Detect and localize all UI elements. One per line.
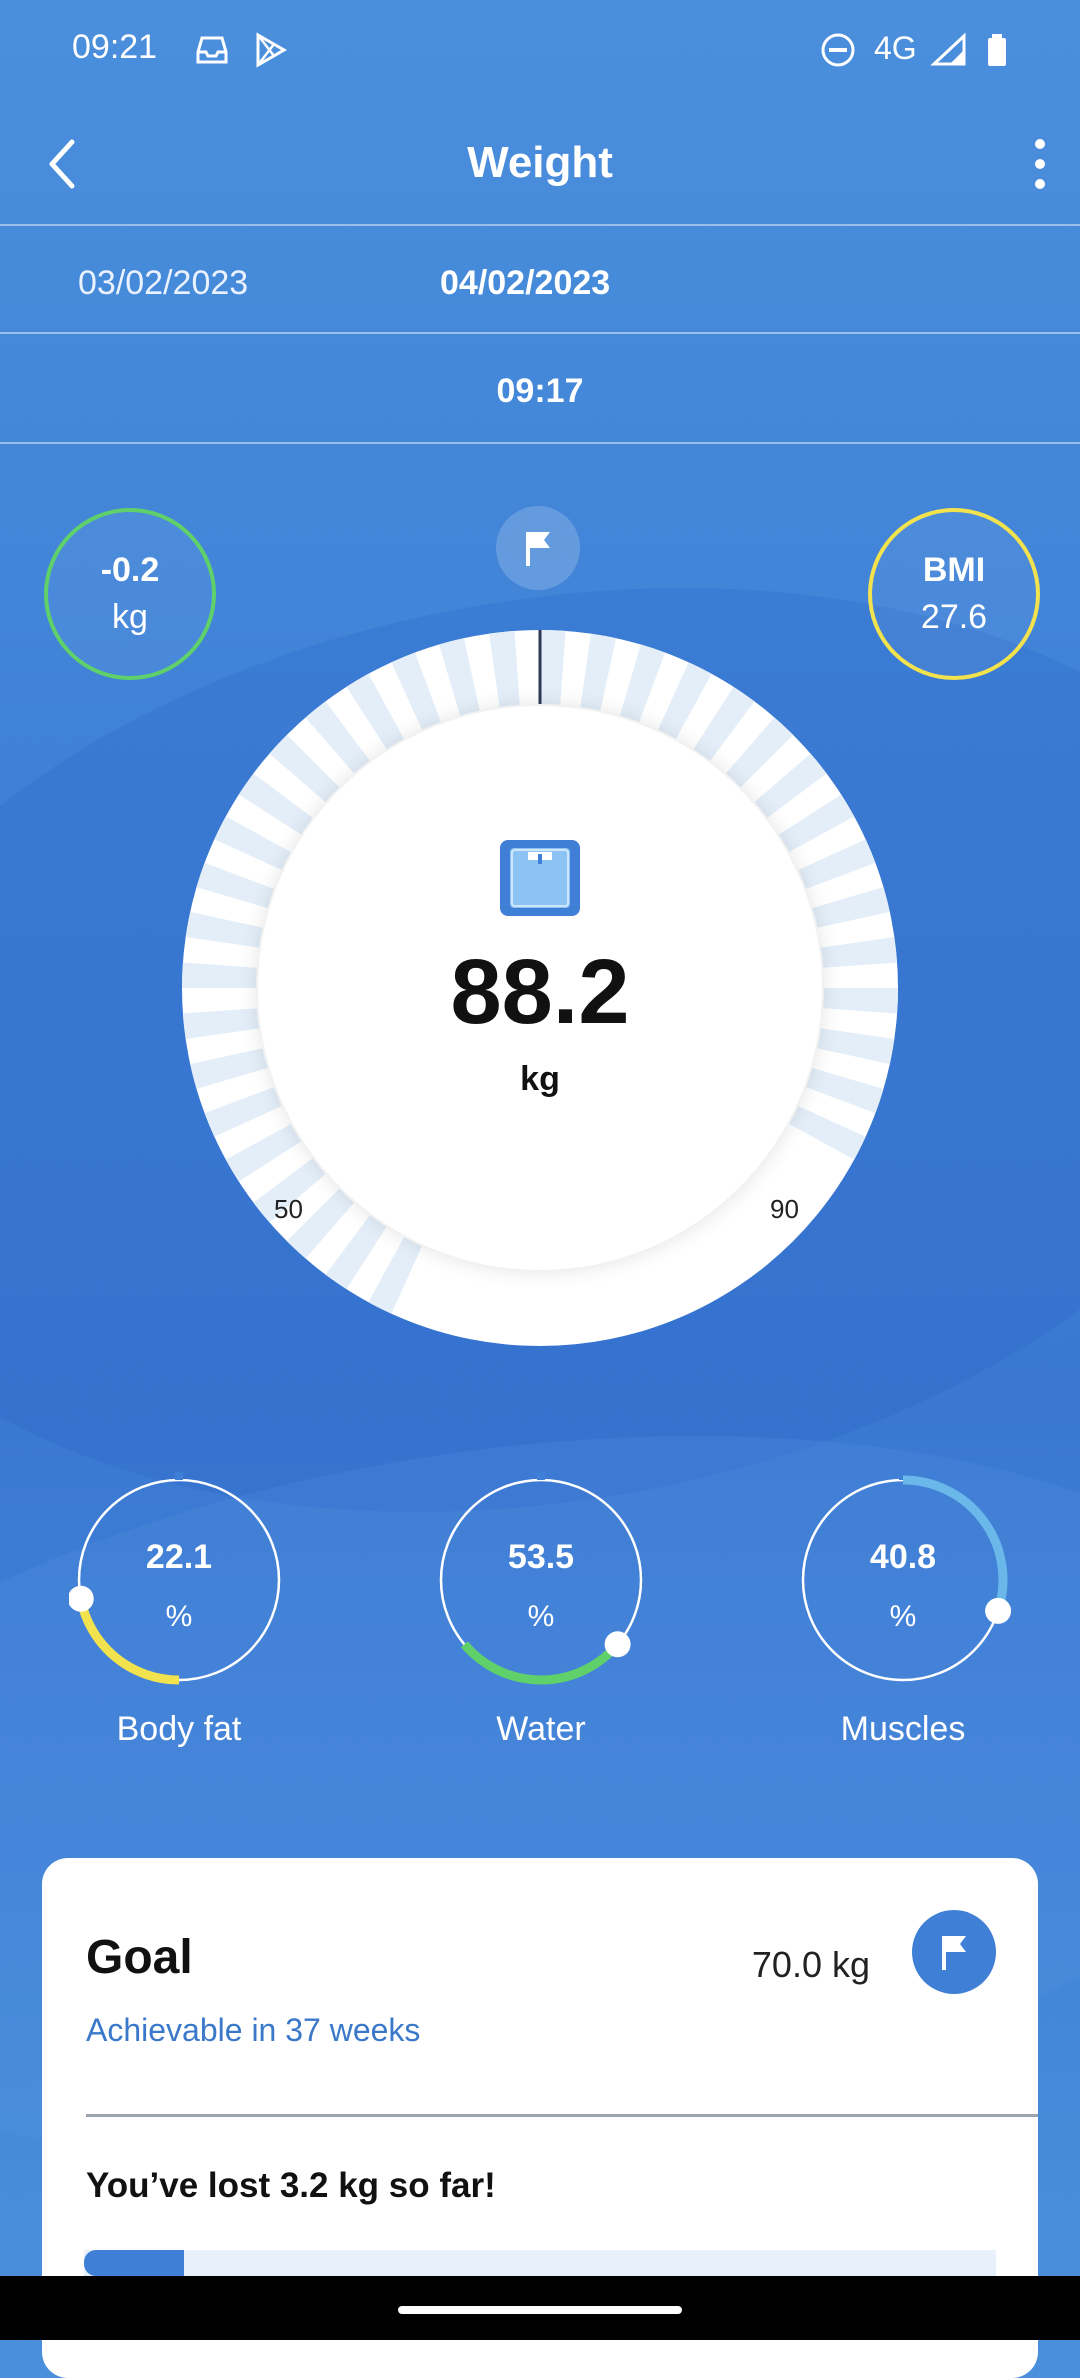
metric-body-fat[interactable]: 22.1 % Body fat [64, 1470, 294, 1749]
home-handle[interactable] [398, 2306, 682, 2314]
ring-progress [460, 1641, 622, 1685]
metric-water[interactable]: 53.5 % Water [426, 1470, 656, 1749]
body-fat-ring [69, 1472, 281, 1685]
goal-progress-fill [84, 2250, 185, 2276]
signal-icon [930, 32, 966, 66]
metric-value: 53.5 [507, 1538, 575, 1576]
date-selector: 03/02/2023 04/02/2023 [0, 224, 1080, 332]
metric-muscles[interactable]: 40.8 % Muscles [788, 1470, 1018, 1749]
more-options-icon[interactable] [1004, 132, 1060, 196]
divider [86, 2114, 1038, 2117]
status-time: 09:21 [72, 28, 158, 66]
difference-unit: kg [112, 598, 148, 636]
do-not-disturb-icon [821, 33, 855, 67]
flag-icon [526, 532, 550, 566]
goal-value: 70.0 kg [751, 1944, 870, 1985]
metric-label: Water [496, 1710, 586, 1748]
weight-value: 88.2 [450, 941, 630, 1043]
goal-title: Goal [86, 1931, 193, 1984]
goal-marker [496, 506, 580, 590]
muscles-ring [801, 1472, 1012, 1682]
metric-unit: % [527, 1600, 555, 1633]
weight-gauge: 88.2 kg 50 90 [182, 630, 898, 1346]
bmi-value: 27.6 [920, 598, 988, 636]
water-ring [439, 1472, 643, 1685]
metric-value: 40.8 [869, 1538, 937, 1576]
time-selector: 09:17 [0, 332, 1080, 444]
network-type: 4G [874, 30, 917, 66]
scale-icon [500, 840, 580, 916]
metric-label: Body fat [116, 1710, 242, 1748]
progress-text: You’ve lost 3.2 kg so far! [86, 2166, 496, 2205]
system-nav-bar [0, 2276, 1080, 2340]
ring-knob [604, 1631, 631, 1658]
bmi-label: BMI [922, 551, 986, 589]
difference-value: -0.2 [100, 551, 160, 589]
battery-icon [988, 34, 1006, 66]
metric-unit: % [889, 1600, 917, 1633]
play-store-icon [256, 32, 288, 68]
page-title: Weight [467, 138, 613, 187]
date-current[interactable]: 04/02/2023 [440, 264, 610, 303]
gauge-max-label: 90 [770, 1194, 799, 1224]
metric-unit: % [165, 1600, 193, 1633]
metric-value: 22.1 [145, 1538, 213, 1576]
metric-label: Muscles [840, 1710, 966, 1748]
goal-subtitle: Achievable in 37 weeks [86, 2012, 421, 2048]
weight-unit: kg [520, 1060, 560, 1098]
goal-progress-bar [84, 2250, 996, 2276]
gauge-min-label: 50 [274, 1194, 303, 1224]
status-bar: 09:21 4G [0, 0, 1080, 100]
goal-flag-button[interactable] [912, 1910, 996, 1994]
inbox-icon [196, 36, 228, 64]
app-bar: Weight [0, 100, 1080, 226]
date-previous[interactable]: 03/02/2023 [78, 264, 248, 303]
flag-icon [942, 1936, 966, 1970]
measurement-time[interactable]: 09:17 [0, 372, 1080, 411]
